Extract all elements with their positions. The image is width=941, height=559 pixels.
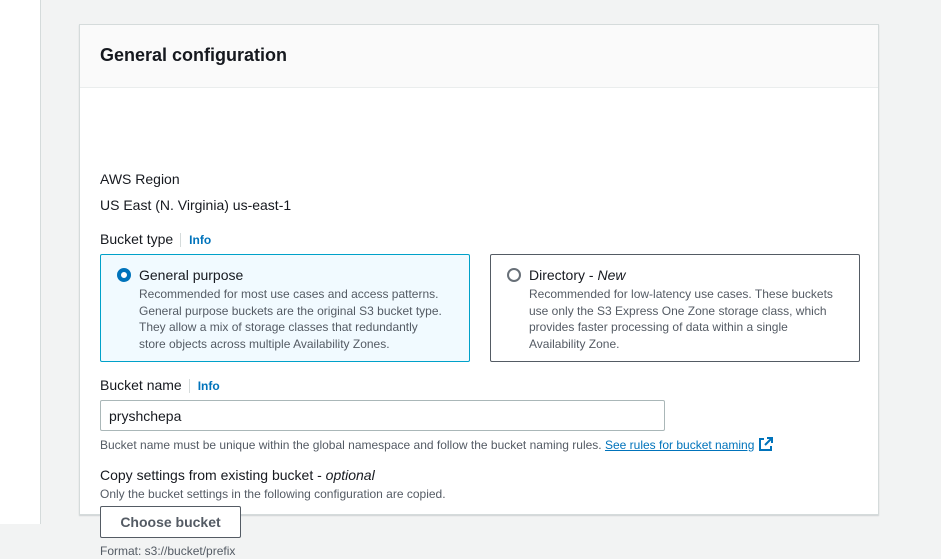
bucket-name-hint: Bucket name must be unique within the gl… — [100, 436, 774, 456]
aws-region-label: AWS Region — [100, 171, 180, 187]
copy-settings-label-text: Copy settings from existing bucket - — [100, 467, 326, 483]
directory-radio[interactable] — [507, 268, 521, 282]
directory-desc-line: Recommended for low-latency use cases. T… — [529, 287, 833, 301]
bucket-type-info-link[interactable]: Info — [180, 233, 212, 247]
bucket-name-label-text: Bucket name — [100, 377, 182, 393]
general-purpose-description: Recommended for most use cases and acces… — [139, 286, 459, 352]
bucket-naming-rules-link[interactable]: See rules for bucket naming — [605, 438, 754, 452]
panel-title: General configuration — [100, 45, 288, 65]
directory-description: Recommended for low-latency use cases. T… — [529, 286, 849, 352]
aws-region-value: US East (N. Virginia) us-east-1 — [100, 197, 292, 213]
choose-bucket-button[interactable]: Choose bucket — [100, 506, 241, 538]
general-purpose-title: General purpose — [139, 267, 244, 283]
external-link-icon[interactable] — [758, 436, 774, 456]
general-purpose-radio[interactable] — [117, 268, 131, 282]
bucket-type-directory-tile[interactable]: Directory - New Recommended for low-late… — [490, 254, 860, 362]
directory-desc-line: provides faster processing of data withi… — [529, 320, 788, 334]
general-configuration-panel: General configuration AWS Region US East… — [79, 24, 879, 558]
directory-title: Directory - New — [529, 266, 625, 284]
directory-title-text: Directory - — [529, 267, 598, 283]
bucket-type-general-purpose-tile[interactable]: General purpose Recommended for most use… — [100, 254, 470, 362]
copy-settings-label: Copy settings from existing bucket - opt… — [100, 466, 375, 484]
bucket-name-label: Bucket name Info — [100, 376, 220, 395]
copy-settings-description: Only the bucket settings in the followin… — [100, 487, 446, 501]
directory-new-tag: New — [597, 267, 626, 283]
bucket-name-hint-text: Bucket name must be unique within the gl… — [100, 438, 602, 452]
directory-desc-line: Availability Zone. — [529, 336, 620, 351]
general-purpose-desc-line: Recommended for most use cases and acces… — [139, 287, 439, 301]
copy-settings-optional-tag: optional — [325, 467, 375, 483]
directory-desc-line: use only the S3 Express One Zone storage… — [529, 303, 827, 318]
bucket-type-label-text: Bucket type — [100, 231, 174, 247]
bucket-type-label: Bucket type Info — [100, 230, 212, 249]
copy-settings-format-hint: Format: s3://bucket/prefix — [100, 544, 236, 558]
panel-header: General configuration — [80, 25, 878, 88]
bucket-name-info-link[interactable]: Info — [188, 379, 220, 393]
general-purpose-desc-line: store objects across multiple Availabili… — [139, 336, 390, 351]
side-navigation-strip — [0, 0, 41, 524]
bucket-name-input[interactable] — [100, 400, 665, 431]
general-purpose-desc-line: They allow a mix of storage classes that… — [139, 320, 418, 334]
general-purpose-desc-line: General purpose buckets are the original… — [139, 303, 442, 318]
